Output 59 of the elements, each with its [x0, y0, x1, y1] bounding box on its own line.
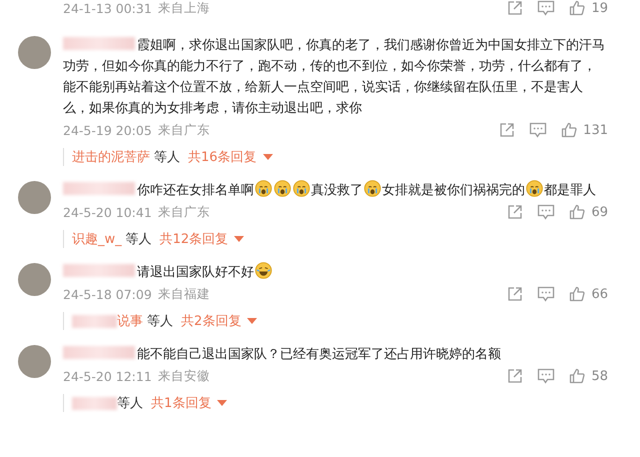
reply-others-label: 等人 — [147, 313, 173, 330]
crying-face-icon — [255, 180, 272, 197]
reply-username: 进击的泥菩萨 — [72, 149, 150, 166]
reply-others-label: 等人 — [126, 231, 152, 248]
reply-count-link[interactable]: 共16条回复 — [188, 148, 257, 166]
share-icon[interactable] — [499, 122, 516, 138]
comment-location: 来自安徽 — [158, 368, 210, 384]
comment-icon[interactable] — [537, 286, 556, 302]
avatar — [18, 181, 51, 214]
comment-time: 24-5-18 07:09 — [63, 286, 152, 302]
like-count: 66 — [591, 286, 608, 302]
reply-count-link[interactable]: 共1条回复 — [151, 394, 212, 412]
avatar — [18, 36, 51, 69]
comment-time: 24-5-20 10:41 — [63, 204, 152, 220]
like-count: 58 — [591, 368, 608, 384]
crying-face-icon — [293, 180, 310, 197]
comment-icon[interactable] — [537, 368, 556, 384]
laughing-face-icon — [255, 262, 272, 279]
reply-count-link[interactable]: 共2条回复 — [181, 312, 242, 330]
comment-location: 来自广东 — [158, 204, 210, 220]
share-icon[interactable] — [507, 204, 524, 220]
comment-time: 24-1-13 00:31 — [63, 0, 152, 16]
reply-username: 说事 — [117, 313, 143, 330]
comment-text: 请退出国家队好不好 — [63, 262, 608, 283]
share-icon[interactable] — [507, 0, 524, 16]
share-icon[interactable] — [507, 286, 524, 302]
comment-time: 24-5-20 12:11 — [63, 368, 152, 384]
reply-others-label: 等人 — [154, 149, 180, 166]
thumbs-up-icon[interactable] — [569, 204, 586, 220]
comment-text: 能不能自己退出国家队？已经有奥运冠军了还占用许晓婷的名额 — [63, 344, 608, 365]
comment-location: 来自广东 — [158, 122, 210, 138]
comment-icon[interactable] — [537, 0, 556, 16]
comment-location: 来自福建 — [158, 286, 210, 302]
avatar — [18, 263, 51, 296]
reply-others-label: 等人 — [117, 395, 143, 412]
comment-text: 霞姐啊，求你退出国家队吧，你真的老了，我们感谢你曾近为中国女排立下的汗马功劳，但如今你真的能力不行了，跑不动，传的也不到位，如今你荣誉，功劳，什么都有了，能不能别再站着这个位置不放，给新人一点空间吧，说实话，你继续留在队伍里，不是害人么，如果你真的为女排考虑，请你主动退出吧，求你 — [63, 36, 606, 118]
thumbs-up-icon[interactable] — [561, 122, 578, 138]
like-count: 131 — [583, 122, 608, 138]
reply-username: 识趣_w_ — [72, 231, 122, 248]
caret-icon[interactable] — [234, 236, 244, 242]
avatar — [18, 345, 51, 378]
caret-icon[interactable] — [247, 318, 258, 324]
comment-location: 来自上海 — [158, 0, 210, 16]
crying-face-icon — [274, 180, 291, 197]
thumbs-up-icon[interactable] — [569, 0, 586, 16]
comment-icon[interactable] — [529, 122, 548, 138]
like-count: 19 — [591, 0, 608, 16]
comment-icon[interactable] — [537, 204, 556, 220]
reply-count-link[interactable]: 共12条回复 — [160, 230, 228, 248]
thumbs-up-icon[interactable] — [569, 286, 586, 302]
caret-icon[interactable] — [217, 400, 228, 406]
thumbs-up-icon[interactable] — [569, 368, 586, 384]
comment-text: 你咋还在女排名单啊 真没救了 女排就是被你们祸祸完的 都是罪人 — [63, 180, 608, 201]
crying-face-icon — [364, 180, 381, 197]
caret-icon[interactable] — [262, 154, 273, 160]
crying-face-icon — [526, 180, 543, 197]
share-icon[interactable] — [507, 368, 524, 384]
like-count: 69 — [591, 204, 608, 220]
comment-time: 24-5-19 20:05 — [63, 122, 152, 138]
